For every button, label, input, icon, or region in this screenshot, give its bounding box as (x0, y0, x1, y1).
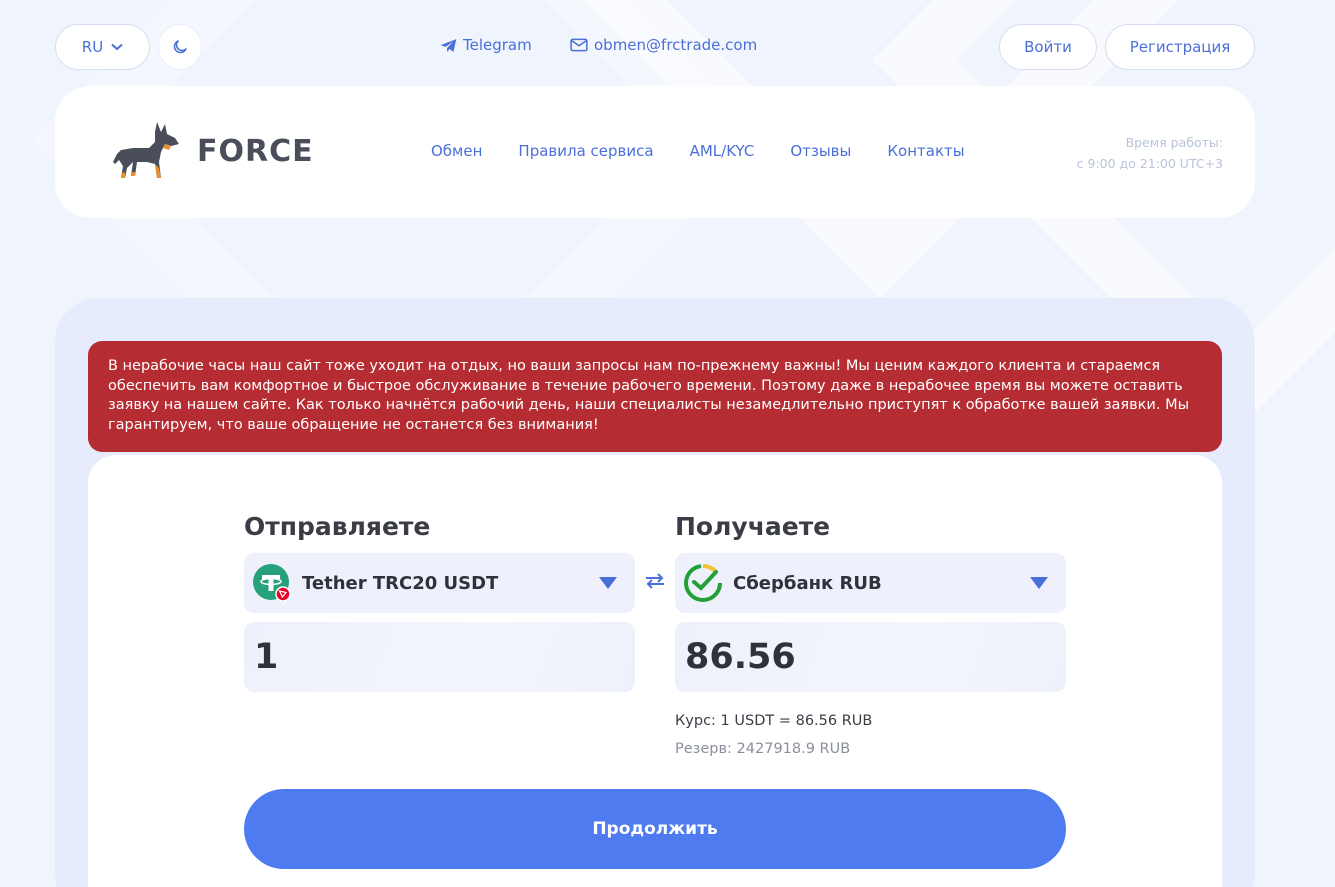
send-currency-select[interactable]: Tether TRC20 USDT (244, 553, 635, 613)
nav-item-rules[interactable]: Правила сервиса (518, 142, 653, 160)
email-link[interactable]: obmen@frctrade.com (570, 36, 757, 54)
swap-button[interactable] (643, 569, 667, 593)
chevron-down-icon (111, 43, 123, 51)
language-label: RU (81, 38, 104, 56)
exchange-rate: Курс: 1 USDT = 86.56 RUB (675, 713, 873, 729)
login-label: Войти (1024, 38, 1072, 56)
offline-alert: В нерабочие часы наш сайт тоже уходит на… (88, 341, 1222, 452)
top-bar: RU Telegram obmen@frctrade.com Войти Рег… (0, 0, 1335, 90)
main-header: FORCE Обмен Правила сервиса AML/KYC Отзы… (55, 86, 1255, 218)
nav-item-aml-kyc[interactable]: AML/KYC (690, 142, 755, 160)
receive-currency-label: Сбербанк RUB (733, 572, 882, 594)
nav-item-reviews[interactable]: Отзывы (790, 142, 851, 160)
caret-down-icon (1030, 577, 1048, 589)
register-button[interactable]: Регистрация (1105, 24, 1255, 70)
receive-title: Получаете (675, 512, 831, 541)
swap-arrows-icon (646, 573, 664, 589)
doberman-logo-icon (113, 122, 179, 178)
register-label: Регистрация (1129, 38, 1231, 56)
telegram-link[interactable]: Telegram (440, 36, 532, 54)
language-selector[interactable]: RU (55, 24, 150, 70)
main-nav: Обмен Правила сервиса AML/KYC Отзывы Кон… (431, 142, 965, 160)
send-title: Отправляете (244, 512, 431, 541)
reserve-amount: Резерв: 2427918.9 RUB (675, 741, 851, 757)
tether-icon (253, 564, 291, 602)
continue-label: Продолжить (592, 819, 718, 839)
caret-down-icon (599, 577, 617, 589)
exchange-card: Отправляете Получаете Tether TRC20 USDT … (88, 455, 1222, 887)
receive-currency-select[interactable]: Сбербанк RUB (675, 553, 1066, 613)
nav-item-exchange[interactable]: Обмен (431, 142, 482, 160)
logo[interactable]: FORCE (105, 118, 314, 184)
working-hours-value: с 9:00 до 21:00 UTC+3 (1076, 156, 1223, 171)
theme-toggle-button[interactable] (158, 24, 202, 70)
working-hours: Время работы: с 9:00 до 21:00 UTC+3 (1077, 132, 1223, 174)
login-button[interactable]: Войти (999, 24, 1097, 70)
telegram-label: Telegram (463, 36, 532, 54)
telegram-icon (440, 38, 457, 52)
working-hours-label: Время работы: (1125, 135, 1223, 150)
alert-text: В нерабочие часы наш сайт тоже уходит на… (108, 358, 1190, 433)
send-amount-input[interactable]: 1 (244, 622, 635, 692)
sberbank-icon (684, 564, 722, 602)
continue-button[interactable]: Продолжить (244, 789, 1066, 869)
send-currency-label: Tether TRC20 USDT (302, 572, 499, 594)
email-label: obmen@frctrade.com (594, 36, 758, 54)
moon-icon (173, 40, 187, 54)
mail-icon (570, 38, 588, 52)
logo-text: FORCE (197, 133, 314, 169)
receive-amount-input[interactable]: 86.56 (675, 622, 1066, 692)
nav-item-contacts[interactable]: Контакты (887, 142, 964, 160)
